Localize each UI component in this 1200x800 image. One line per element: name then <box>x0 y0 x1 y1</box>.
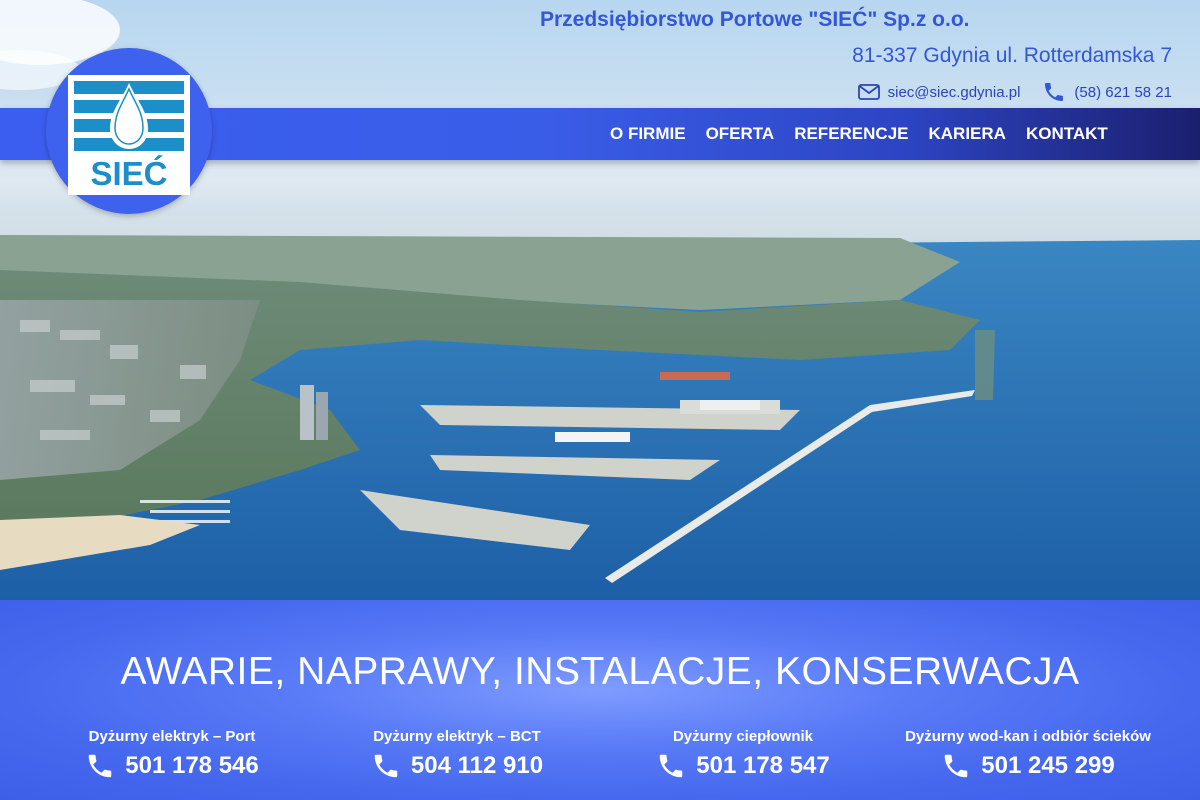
nav-item-kontakt[interactable]: KONTAKT <box>1016 124 1118 144</box>
service-label: Dyżurny elektryk – Port <box>88 728 256 745</box>
service-phone-number: 501 245 299 <box>981 752 1115 779</box>
service-heating: Dyżurny ciepłownik 501 178 547 <box>598 728 888 781</box>
phone-text: (58) 621 58 21 <box>1074 83 1172 101</box>
phone-link[interactable]: (58) 621 58 21 <box>1042 80 1172 104</box>
email-text: siec@siec.gdynia.pl <box>887 83 1021 101</box>
phone-icon <box>89 754 112 778</box>
service-phone-number: 501 178 546 <box>125 752 259 779</box>
phone-icon <box>660 754 683 778</box>
company-name: Przedsiębiorstwo Portowe "SIEĆ" Sp.z o.o… <box>540 8 970 31</box>
main-nav: O FIRMIE OFERTA REFERENCJE KARIERA KONTA… <box>600 108 1118 160</box>
service-label: Dyżurny elektryk – BCT <box>373 728 541 745</box>
logo-text: SIEĆ <box>90 155 167 192</box>
service-electrician-port: Dyżurny elektryk – Port 501 178 546 <box>27 728 317 781</box>
phone-icon <box>1045 83 1064 101</box>
company-address: 81-337 Gdynia ul. Rotterdamska 7 <box>852 44 1172 67</box>
service-electrician-bct: Dyżurny elektryk – BCT 504 112 910 <box>312 728 602 781</box>
emergency-services: Dyżurny elektryk – Port 501 178 546 Dyżu… <box>0 728 1200 788</box>
service-phone-number: 501 178 547 <box>696 752 830 779</box>
service-phone-link[interactable]: 501 178 547 <box>598 751 888 781</box>
logo-badge: SIEĆ <box>68 75 190 195</box>
services-panel: AWARIE, NAPRAWY, INSTALACJE, KONSERWACJA… <box>0 600 1200 800</box>
service-phone-link[interactable]: 501 245 299 <box>883 751 1173 781</box>
phone-icon <box>374 754 398 778</box>
nav-item-referencje[interactable]: REFERENCJE <box>784 124 918 144</box>
contact-row: siec@siec.gdynia.pl (58) 621 58 21 <box>857 80 1172 104</box>
email-link[interactable]: siec@siec.gdynia.pl <box>857 83 1021 101</box>
service-phone-number: 504 112 910 <box>410 752 544 779</box>
nav-item-o-firmie[interactable]: O FIRMIE <box>600 124 696 144</box>
logo-mark: SIEĆ <box>74 81 184 192</box>
service-water-sewage: Dyżurny wod-kan i odbiór ścieków 501 245… <box>883 728 1173 781</box>
nav-item-kariera[interactable]: KARIERA <box>919 124 1016 144</box>
service-phone-link[interactable]: 504 112 910 <box>312 751 602 781</box>
service-phone-link[interactable]: 501 178 546 <box>27 751 317 781</box>
services-tagline: AWARIE, NAPRAWY, INSTALACJE, KONSERWACJA <box>120 650 1080 693</box>
nav-item-oferta[interactable]: OFERTA <box>696 124 785 144</box>
service-label: Dyżurny ciepłownik <box>672 728 814 745</box>
envelope-icon <box>857 84 880 100</box>
phone-icon <box>945 754 968 778</box>
service-label: Dyżurny wod-kan i odbiór ścieków <box>905 728 1151 745</box>
company-logo[interactable]: SIEĆ <box>46 48 212 214</box>
